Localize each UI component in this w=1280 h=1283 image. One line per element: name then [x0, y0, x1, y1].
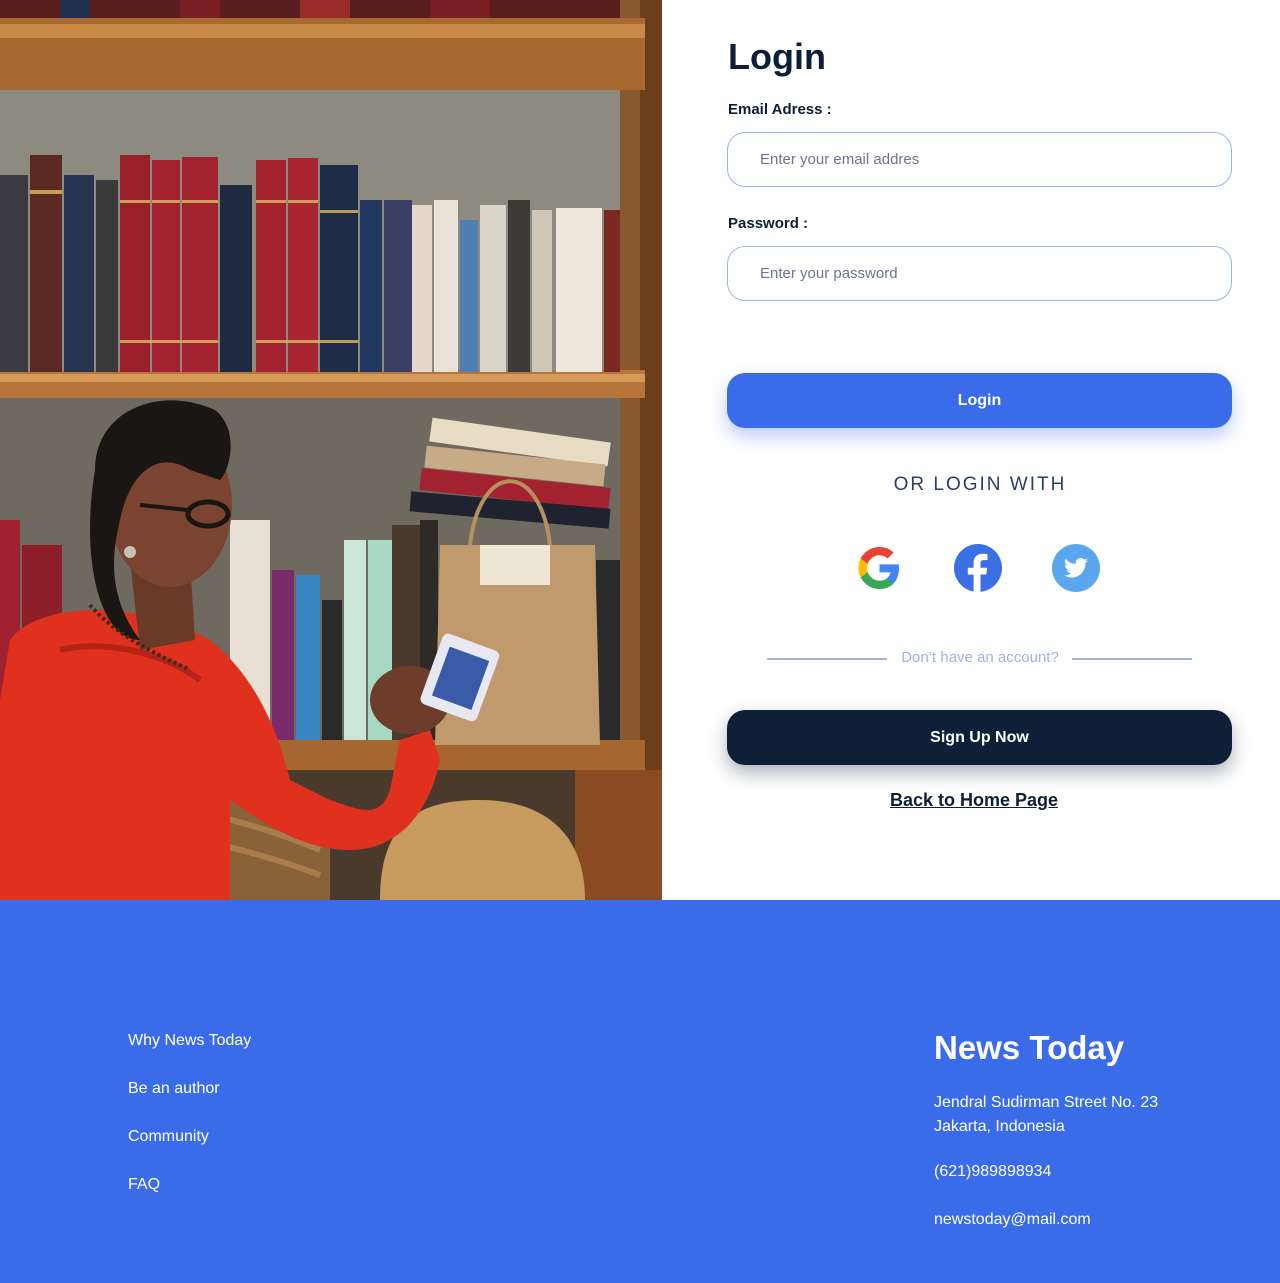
divider-line-left: [767, 658, 887, 660]
bookshelf-reader-illustration: [0, 0, 662, 900]
google-icon[interactable]: [854, 543, 904, 593]
footer-link-be-an-author[interactable]: Be an author: [128, 1078, 251, 1126]
footer-phone: (621)989898934: [934, 1163, 1052, 1180]
footer-link-community[interactable]: Community: [128, 1126, 251, 1174]
footer: Why News Today Be an author Community FA…: [0, 900, 1280, 1283]
email-field[interactable]: [728, 133, 1231, 186]
hero-photo: [0, 0, 662, 900]
address-line-2: Jakarta, Indonesia: [934, 1118, 1065, 1135]
address-line-1: Jendral Sudirman Street No. 23: [934, 1094, 1159, 1111]
login-button[interactable]: Login: [727, 373, 1232, 428]
footer-links: Why News Today Be an author Community FA…: [128, 1030, 251, 1222]
footer-link-faq[interactable]: FAQ: [128, 1174, 251, 1222]
email-field-wrapper: [727, 132, 1232, 187]
facebook-icon[interactable]: [953, 543, 1003, 593]
footer-brand: News Today: [934, 1029, 1125, 1066]
footer-address: Jendral Sudirman Street No. 23 Jakarta, …: [934, 1091, 1158, 1139]
footer-link-why-news-today[interactable]: Why News Today: [128, 1030, 251, 1078]
twitter-icon[interactable]: [1051, 543, 1101, 593]
divider-line-right: [1072, 658, 1192, 660]
footer-email: newstoday@mail.com: [934, 1211, 1091, 1228]
email-label: Email Adress :: [728, 101, 832, 118]
login-panel: Login Email Adress : Password : Login OR…: [662, 0, 1280, 900]
password-field[interactable]: [728, 247, 1231, 300]
password-label: Password :: [728, 215, 809, 232]
no-account-text: Don’t have an account?: [901, 649, 1059, 666]
password-field-wrapper: [727, 246, 1232, 301]
page-title: Login: [728, 36, 826, 77]
signup-button[interactable]: Sign Up Now: [727, 710, 1232, 765]
or-login-with-text: OR LOGIN WITH: [893, 474, 1067, 495]
back-to-home-link[interactable]: Back to Home Page: [662, 790, 1280, 811]
